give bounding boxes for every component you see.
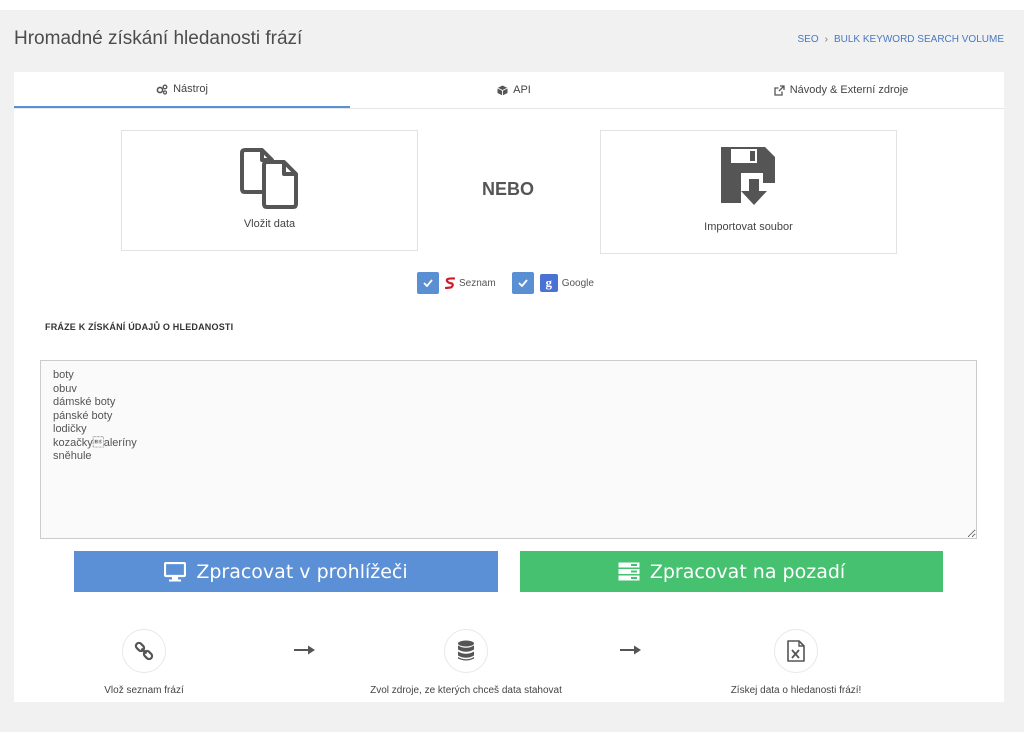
breadcrumb-item-seo[interactable]: SEO (797, 34, 818, 45)
link-icon (134, 641, 154, 661)
import-file-label: Importovat soubor (704, 221, 793, 233)
arrow-right-icon (620, 645, 641, 655)
google-checkbox[interactable] (511, 272, 534, 294)
check-icon (423, 279, 433, 287)
seznam-source-label: Seznam (445, 277, 496, 289)
google-plus-icon: g (539, 274, 558, 292)
page-title: Hromadné získání hledanosti frází (14, 28, 303, 49)
cube-icon (497, 85, 508, 95)
step-get-data: Získej data o hledanosti frází! (714, 629, 878, 696)
process-in-browser-button[interactable]: Zpracovat v prohlížeči (74, 551, 498, 592)
step-choose-sources: Zvol zdroje, ze kterých chceš data staho… (346, 629, 586, 696)
chevron-right-icon: › (824, 34, 828, 45)
paste-data-label: Vložit data (243, 218, 296, 230)
page-background: Hromadné získání hledanosti frází SEO › … (0, 10, 1024, 732)
tab-guides[interactable]: Návody & Externí zdroje (678, 72, 1004, 108)
google-name: Google (561, 277, 594, 289)
tab-api[interactable]: API (350, 72, 678, 108)
gears-icon (156, 84, 168, 95)
process-in-background-label: Zpracovat na pozadí (649, 560, 846, 583)
server-icon (618, 562, 640, 581)
seznam-checkbox[interactable] (417, 272, 439, 294)
breadcrumb-item-current[interactable]: BULK KEYWORD SEARCH VOLUME (834, 34, 1004, 45)
copy-icon (239, 148, 298, 209)
seznam-name: Seznam (459, 277, 496, 289)
breadcrumb: SEO › BULK KEYWORD SEARCH VOLUME (797, 34, 1004, 45)
process-in-background-button[interactable]: Zpracovat na pozadí (520, 551, 943, 592)
step-label: Získej data o hledanosti frází! (730, 685, 862, 696)
external-link-icon (774, 84, 785, 96)
step-icon-circle (122, 629, 166, 673)
paste-data-option[interactable]: Vložit data (121, 130, 418, 251)
or-separator: NEBO (482, 179, 535, 199)
save-import-icon (720, 147, 775, 205)
step-label: Vlož seznam frází (104, 685, 184, 696)
import-file-option[interactable]: Importovat soubor (600, 130, 897, 254)
source-selector: Seznam g Google (417, 272, 604, 294)
step-label: Zvol zdroje, ze kterých chceš data staho… (370, 685, 562, 696)
step-icon-circle (774, 629, 818, 673)
arrow-right-icon (294, 645, 315, 655)
excel-file-icon (787, 640, 805, 662)
tab-tool[interactable]: Nástroj (14, 72, 350, 108)
check-icon (518, 279, 528, 287)
phrases-label: FRÁZE K ZÍSKÁNÍ ÚDAJŮ O HLEDANOSTI (45, 322, 234, 332)
tab-api-label: API (513, 84, 531, 96)
tab-guides-label: Návody & Externí zdroje (789, 84, 909, 96)
phrases-textarea[interactable]: boty obuv dámské boty pánské boty lodičk… (40, 360, 977, 539)
database-icon (458, 640, 474, 661)
tab-bar: Nástroj API Návody & Externí zdroje (14, 72, 1004, 109)
monitor-icon (164, 561, 187, 581)
seznam-logo-icon (445, 277, 455, 289)
step-paste-list: Vlož seznam frází (74, 629, 214, 696)
tab-tool-label: Nástroj (173, 83, 208, 95)
step-icon-circle (444, 629, 488, 673)
google-source-label: g Google (539, 274, 594, 292)
main-panel: Nástroj API Návody & Externí zdroje Vlož… (14, 72, 1004, 702)
process-in-browser-label: Zpracovat v prohlížeči (196, 560, 408, 583)
